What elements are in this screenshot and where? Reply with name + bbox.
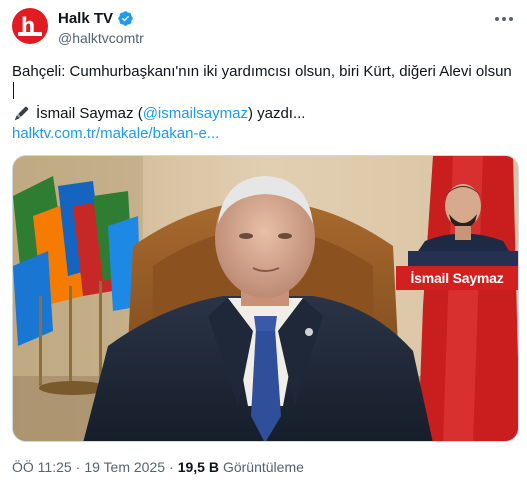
tweet-meta: ÖÖ 11:25 · 19 Tem 2025 · 19,5 B Görüntül… [12, 459, 304, 475]
author-name: İsmail Saymaz [36, 105, 134, 122]
pen-icon [14, 106, 29, 121]
media-caption-box: İsmail Saymaz [396, 266, 518, 290]
text-cursor [13, 82, 14, 99]
author-mention-link[interactable]: @ismailsaymaz [143, 104, 248, 124]
handle[interactable]: @halktvcomtr [58, 30, 144, 46]
tweet-media-image[interactable]: İsmail Saymaz [12, 155, 519, 442]
more-options-button[interactable] [491, 8, 517, 30]
author-suffix: ) yazdı... [247, 105, 306, 122]
author-line: İsmail Saymaz (@ismailsaymaz) yazdı... [12, 104, 305, 124]
tweet-time[interactable]: ÖÖ 11:25 [12, 459, 72, 475]
avatar[interactable]: h [12, 8, 48, 44]
tweet-card: h Halk TV @halktvcomtr Bahçeli: Cumhurba… [0, 0, 527, 482]
display-name[interactable]: Halk TV [58, 10, 113, 27]
tweet-text: Bahçeli: Cumhurbaşkanı'nın iki yardımcıs… [12, 63, 512, 80]
logo-underline [18, 32, 42, 36]
media-caption: İsmail Saymaz [410, 270, 504, 286]
meta-separator: · [169, 459, 174, 475]
verified-badge-icon [118, 11, 133, 26]
media-photo [13, 156, 518, 441]
name-row: Halk TV [58, 10, 134, 27]
article-link[interactable]: halktv.com.tr/makale/bakan-e... [12, 124, 219, 144]
meta-separator: · [75, 459, 81, 475]
more-dots-icon [495, 17, 513, 21]
tweet-date[interactable]: 19 Tem 2025 [84, 459, 165, 475]
views-label: Görüntüleme [222, 459, 304, 475]
views-count: 19,5 B [177, 459, 219, 475]
